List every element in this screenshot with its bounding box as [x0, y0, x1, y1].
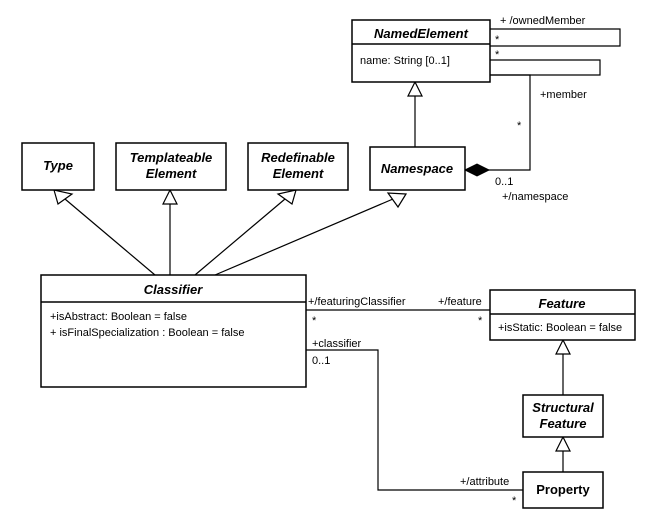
title-structural-2: Feature: [540, 416, 587, 431]
title-classifier: Classifier: [144, 282, 203, 297]
class-feature: Feature +isStatic: Boolean = false: [490, 290, 635, 340]
title-namedelement: NamedElement: [374, 26, 469, 41]
mult-featuringclassifier: *: [312, 315, 317, 327]
mult-attribute: *: [512, 495, 517, 507]
label-classifier-role: +classifier: [312, 338, 362, 350]
title-redefinable-1: Redefinable: [261, 150, 335, 165]
attr-classifier-1: +isAbstract: Boolean = false: [50, 311, 187, 323]
attr-feature-1: +isStatic: Boolean = false: [498, 322, 622, 334]
class-redefinable: Redefinable Element: [248, 143, 348, 190]
label-attribute: +/attribute: [460, 476, 509, 488]
title-feature: Feature: [539, 296, 586, 311]
mult-ownedmember: *: [495, 34, 500, 46]
mult-classifier-role: 0..1: [312, 355, 330, 367]
assoc-ownedmember: + /ownedMember *: [490, 15, 620, 46]
gen-namespace-namedelement: [408, 82, 422, 147]
mult-member: *: [495, 49, 500, 61]
class-classifier: Classifier +isAbstract: Boolean = false …: [41, 275, 306, 387]
attr-namedelement-1: name: String [0..1]: [360, 55, 450, 67]
title-namespace: Namespace: [381, 161, 453, 176]
assoc-classifier-property: +classifier 0..1 +/attribute *: [306, 338, 523, 507]
title-structural-1: Structural: [532, 400, 594, 415]
title-redefinable-2: Element: [273, 166, 324, 181]
title-templateable-2: Element: [146, 166, 197, 181]
class-namedelement: NamedElement name: String [0..1]: [352, 20, 490, 82]
attr-classifier-2: + isFinalSpecialization : Boolean = fals…: [50, 327, 244, 339]
label-namespace-role: +/namespace: [502, 191, 568, 203]
class-templateable: Templateable Element: [116, 143, 226, 190]
gen-structural-feature: [556, 340, 570, 395]
class-structuralfeature: Structural Feature: [523, 395, 603, 437]
title-type: Type: [43, 158, 73, 173]
label-featuringclassifier: +/featuringClassifier: [308, 296, 406, 308]
class-namespace: Namespace: [370, 147, 465, 190]
label-feature: +/feature: [438, 296, 482, 308]
title-templateable-1: Templateable: [130, 150, 213, 165]
mult-namespace-top: *: [517, 120, 522, 132]
mult-namespace-bot: 0..1: [495, 176, 513, 188]
label-member: +member: [540, 89, 587, 101]
class-type: Type: [22, 143, 94, 190]
assoc-classifier-feature: +/featuringClassifier * +/feature *: [306, 296, 490, 327]
gen-property-structural: [556, 437, 570, 472]
label-ownedmember: + /ownedMember: [500, 15, 586, 27]
class-property: Property: [523, 472, 603, 508]
gen-classifier-templateable: [163, 190, 177, 275]
gen-classifier-type: [54, 190, 155, 275]
title-property: Property: [536, 482, 590, 497]
mult-feature: *: [478, 315, 483, 327]
